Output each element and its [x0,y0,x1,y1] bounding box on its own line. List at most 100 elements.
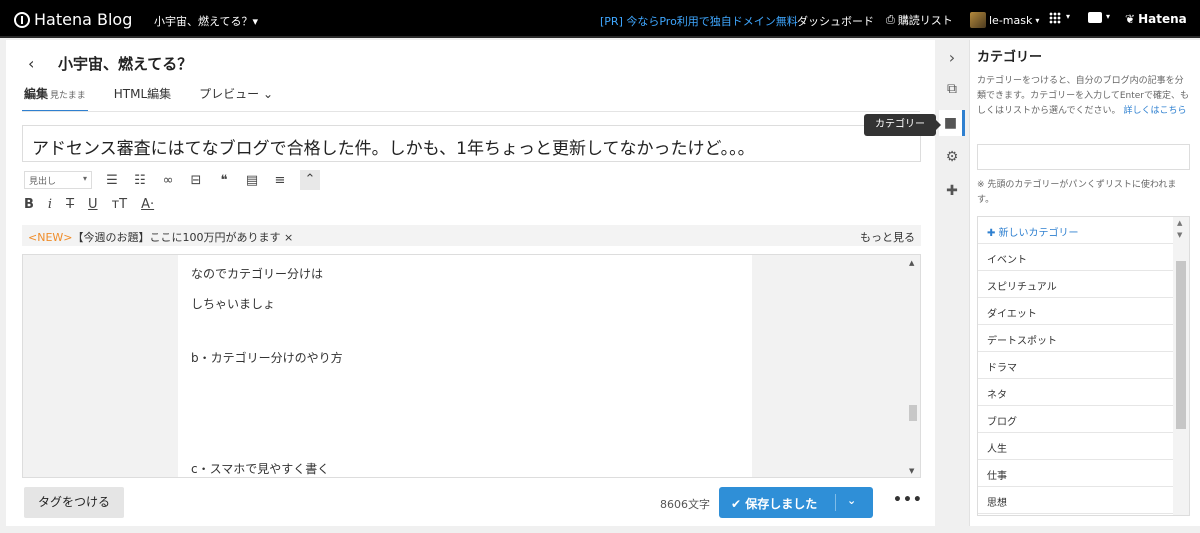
quote-icon[interactable]: ❝ [216,173,232,188]
hatena-blog-logo[interactable]: Hatena Blog [14,10,132,29]
breadcrumb-note: ※ 先頭のカテゴリーがパンくずリストに使われます。 [977,180,1177,205]
horizontal-rule-icon[interactable]: ⊟ [188,173,204,188]
plus-icon[interactable]: ✚ [939,178,965,204]
category-tooltip: カテゴリー [864,114,941,136]
save-options-dropdown[interactable]: ⌄ [847,494,856,507]
new-category-button[interactable]: ✚ 新しいカテゴリー [978,217,1174,244]
scroll-thumb[interactable] [909,405,917,421]
hatena-bird-icon: ❦ [1125,12,1136,26]
save-button-divider [835,494,836,511]
bottom-border [0,526,1200,533]
reading-list-icon: ⎙ [886,13,895,26]
category-list: ✚ 新しいカテゴリー イベント スピリチュアル ダイエット デートスポット ドラ… [977,216,1190,516]
tab-divider [22,111,920,112]
format-toolbar-row-2: B i T U тT A· [24,194,154,214]
user-menu[interactable]: le-mask ▾ [970,12,1039,28]
editor-scrollbar[interactable]: ▲ ▼ [908,259,918,475]
underline-button[interactable]: U [88,197,98,212]
new-badge: <NEW> [28,231,73,244]
blog-name-dropdown[interactable]: 小宇宙、燃えてる？▾ [154,13,258,29]
add-tag-button[interactable]: タグをつける [24,487,124,518]
reading-list-link[interactable]: ⎙ 購読リスト [886,12,953,28]
list-item[interactable]: 仕事 [978,460,1174,487]
help-link[interactable]: 詳しくはこちら [1123,106,1186,116]
scroll-down-icon[interactable]: ▼ [909,467,914,475]
photo-upload-icon[interactable]: ⧉ [939,76,965,102]
table-icon[interactable]: ▤ [244,173,260,188]
category-input[interactable] [977,144,1190,170]
apps-grid-icon[interactable] [1049,12,1061,24]
editor-tabs: 編集 見たまま HTML編集 プレビュー ⌄ [22,86,275,112]
list-item[interactable]: デートスポット [978,325,1174,352]
category-folder-icon[interactable]: ■ [939,110,965,136]
category-description: カテゴリーをつけると、自分のブログ内の記事を分類できます。カテゴリーを入力してE… [977,74,1189,119]
numbered-list-icon[interactable]: ☷ [132,173,148,188]
list-item[interactable]: 思想 [978,487,1174,514]
list-item[interactable]: スピリチュアル [978,271,1174,298]
tab-label: プレビュー ⌄ [199,87,274,101]
italic-button[interactable]: i [48,197,52,212]
list-item[interactable]: ドラマ [978,352,1174,379]
list-item[interactable]: ブログ [978,406,1174,433]
avatar [970,12,986,28]
page-title: 小宇宙、燃えてる？ [58,55,193,73]
save-button[interactable]: ✔ 保存しました ⌄ [719,487,873,518]
dashboard-link[interactable]: ダッシュボード [797,13,874,29]
hatena-label: Hatena [1138,12,1187,26]
editor-line[interactable]: c・スマホで見やすく書く [191,460,329,477]
link-icon[interactable]: ∞ [160,173,176,188]
list-item[interactable]: ネタ [978,379,1174,406]
character-count: 8606文字 [660,498,710,511]
tab-label: 編集 [24,87,49,101]
entry-title-input[interactable]: アドセンス審査にはてなブログで合格した件。しかも、1年ちょっと更新してなかったけ… [22,125,921,162]
scroll-up-icon[interactable]: ▲ [1177,219,1182,227]
bold-button[interactable]: B [24,197,34,212]
back-chevron-icon[interactable]: ‹ [28,54,34,73]
tab-edit-wysiwyg[interactable]: 編集 見たまま [22,86,88,112]
scroll-up-icon[interactable]: ▲ [909,259,914,267]
editor-line[interactable]: なのでカテゴリー分けは [191,265,323,282]
hatena-blog-editor: Hatena Blog 小宇宙、燃えてる？▾ [PR] 今ならPro利用で独自ド… [0,0,1200,533]
list-item[interactable]: イベント [978,244,1174,271]
top-navigation-bar: Hatena Blog 小宇宙、燃えてる？▾ [PR] 今ならPro利用で独自ド… [0,0,1200,38]
category-panel-title: カテゴリー [977,50,1043,65]
collapse-toolbar-icon[interactable]: ⌃ [300,170,320,190]
notification-bubble-icon[interactable] [1088,12,1102,23]
tab-sublabel: 見たまま [50,91,86,101]
user-name: le-mask [989,13,1033,27]
editor-line[interactable]: しちゃいましょ [191,295,275,312]
see-more-link[interactable]: もっと見る [860,229,915,245]
font-size-button[interactable]: тT [112,197,128,212]
weekly-topic-link[interactable]: 【今週のお題】ここに100万円があります × [73,231,294,244]
chevron-down-icon: ▾ [1106,12,1111,21]
tab-label: HTML編集 [113,87,172,101]
scroll-down-icon[interactable]: ▼ [1177,231,1182,239]
bulleted-list-icon[interactable]: ☰ [104,173,120,188]
hatena-link[interactable]: ❦ Hatena [1125,12,1187,26]
category-list-scrollbar[interactable]: ▲ ▼ [1173,217,1189,515]
tab-preview[interactable]: プレビュー ⌄ [197,86,275,112]
chevron-down-icon: ▾ [1066,12,1071,21]
more-formatting-icon[interactable]: ≡ [272,173,288,188]
scroll-thumb[interactable] [1176,261,1186,429]
list-item[interactable]: 人生 [978,433,1174,460]
save-button-label: ✔ 保存しました [731,497,818,511]
tab-html-edit[interactable]: HTML編集 [112,86,173,112]
text-color-button[interactable]: A· [141,197,154,212]
editor-content-area[interactable] [178,255,752,477]
pr-link[interactable]: [PR] 今ならPro利用で独自ドメイン無料 [600,13,798,29]
chevron-down-icon: ▾ [1035,15,1040,25]
heading-select[interactable]: 見出し [24,171,92,189]
more-options-icon[interactable]: ••• [893,492,923,508]
editor-line[interactable]: b・カテゴリー分けのやり方 [191,349,343,366]
reading-list-label: 購読リスト [897,14,953,27]
weekly-topic-notice: <NEW>【今週のお題】ここに100万円があります × もっと見る [22,225,921,246]
strikethrough-button[interactable]: T [66,197,74,212]
collapse-panel-icon[interactable]: › [939,44,965,70]
gear-icon[interactable]: ⚙ [939,144,965,170]
hatena-logo-icon [14,11,30,28]
editor-body[interactable]: なのでカテゴリー分けは しちゃいましょ b・カテゴリー分けのやり方 c・スマホで… [22,254,921,478]
format-toolbar-row-1: 見出し ☰ ☷ ∞ ⊟ ❝ ▤ ≡ ⌃ [24,170,320,190]
logo-text: Hatena Blog [34,10,133,29]
list-item[interactable]: ダイエット [978,298,1174,325]
